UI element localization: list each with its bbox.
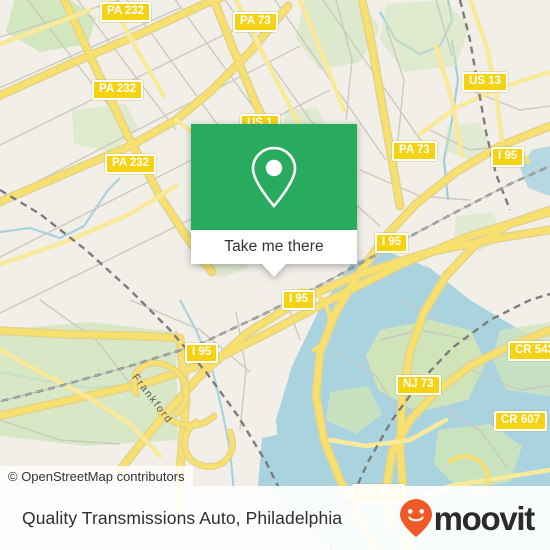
bottom-bar: Quality Transmissions Auto, Philadelphia…	[0, 486, 550, 550]
take-me-there-button[interactable]: Take me there	[224, 238, 324, 256]
screenshot-root: Frankford PA 232 PA 73 US 13 PA 232 US 1 PA 7…	[0, 0, 550, 550]
moovit-pin-icon	[399, 499, 432, 537]
moovit-wordmark: moovit	[433, 499, 536, 537]
callout-image-area	[191, 124, 357, 230]
highway-shield: US 13	[462, 72, 508, 93]
place-callout-card[interactable]: Take me there	[191, 124, 357, 277]
callout-pointer-tail	[262, 264, 286, 277]
highway-shield: PA 73	[233, 12, 278, 33]
highway-shield: CR 607	[494, 411, 547, 432]
highway-shield: CR 543	[508, 341, 550, 362]
highway-shield: PA 232	[100, 2, 152, 23]
place-title: Quality Transmissions Auto, Philadelphia	[22, 507, 343, 528]
moovit-logo[interactable]: moovit	[399, 498, 536, 538]
highway-shield: PA 73	[392, 141, 437, 162]
map-pin-icon	[251, 146, 297, 208]
highway-shield: PA 232	[92, 80, 144, 101]
highway-shield: I 95	[282, 290, 316, 311]
highway-shield: I 95	[185, 343, 219, 364]
highway-shield: I 95	[375, 233, 409, 254]
highway-shield: NJ 73	[396, 375, 441, 396]
osm-attribution[interactable]: © OpenStreetMap contributors	[0, 466, 193, 488]
highway-shield: I 95	[491, 147, 525, 168]
callout-footer[interactable]: Take me there	[191, 230, 357, 277]
highway-shield: PA 232	[105, 154, 157, 175]
